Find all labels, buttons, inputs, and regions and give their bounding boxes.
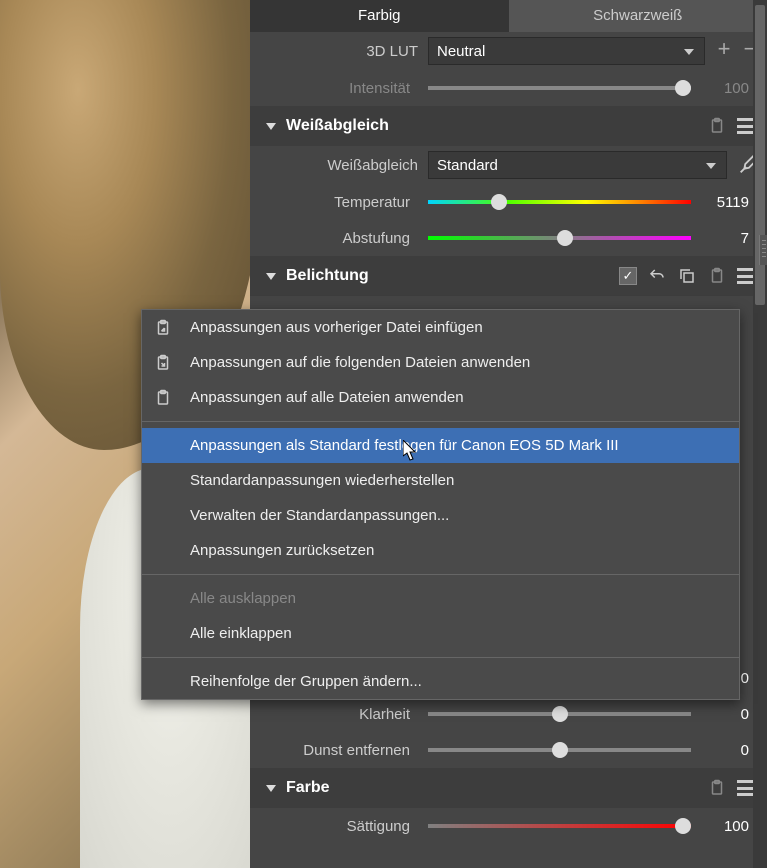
saturation-label: Sättigung (250, 818, 420, 835)
temperature-slider[interactable] (428, 200, 691, 204)
lut-add-button[interactable]: + (715, 42, 733, 60)
exposure-checkbox[interactable] (619, 267, 637, 285)
cursor-icon (403, 440, 421, 467)
menu-reset[interactable]: Anpassungen zurücksetzen (142, 533, 739, 568)
menu-paste-previous[interactable]: Anpassungen aus vorheriger Datei einfüge… (142, 310, 739, 345)
tint-value: 7 (699, 230, 749, 247)
section-color[interactable]: Farbe (250, 768, 767, 808)
intensity-label: Intensität (250, 80, 420, 97)
paste-icon[interactable] (707, 266, 727, 286)
chevron-down-icon (266, 123, 276, 130)
dehaze-slider[interactable] (428, 748, 691, 752)
menu-reorder-groups[interactable]: Reihenfolge der Gruppen ändern... (142, 664, 739, 699)
copy-icon[interactable] (677, 266, 697, 286)
undo-icon[interactable] (647, 266, 667, 286)
clarity-label: Klarheit (250, 706, 420, 723)
wb-dropdown[interactable]: Standard (428, 151, 727, 179)
section-whitebalance[interactable]: Weißabgleich (250, 106, 767, 146)
temperature-value: 5119 (699, 194, 749, 211)
tint-slider[interactable] (428, 236, 691, 240)
chevron-down-icon (266, 785, 276, 792)
dehaze-value: 0 (699, 742, 749, 759)
intensity-value: 100 (699, 80, 749, 97)
paste-icon[interactable] (707, 116, 727, 136)
menu-expand-all: Alle ausklappen (142, 581, 739, 616)
menu-apply-all[interactable]: Anpassungen auf alle Dateien anwenden (142, 380, 739, 415)
saturation-value: 100 (699, 818, 749, 835)
chevron-down-icon (266, 273, 276, 280)
menu-manage-defaults[interactable]: Verwalten der Standardanpassungen... (142, 498, 739, 533)
menu-set-default[interactable]: Anpassungen als Standard festlegen für C… (142, 428, 739, 463)
paste-icon[interactable] (707, 778, 727, 798)
clarity-slider[interactable] (428, 712, 691, 716)
temperature-label: Temperatur (250, 194, 420, 211)
tint-label: Abstufung (250, 230, 420, 247)
lut-dropdown[interactable]: Neutral (428, 37, 705, 65)
menu-collapse-all[interactable]: Alle einklappen (142, 616, 739, 651)
tab-color[interactable]: Farbig (250, 0, 509, 32)
scrollbar[interactable] (753, 0, 767, 868)
section-exposure[interactable]: Belichtung (250, 256, 767, 296)
saturation-slider[interactable] (428, 824, 691, 828)
panel-grip[interactable] (759, 235, 767, 265)
clarity-value: 0 (699, 706, 749, 723)
menu-restore-default[interactable]: Standardanpassungen wiederherstellen (142, 463, 739, 498)
wb-label: Weißabgleich (258, 157, 428, 174)
tab-bw[interactable]: Schwarzweiß (509, 0, 767, 32)
context-menu: Anpassungen aus vorheriger Datei einfüge… (141, 309, 740, 700)
intensity-slider[interactable] (428, 86, 691, 90)
dehaze-label: Dunst entfernen (250, 742, 420, 759)
lut-label: 3D LUT (258, 43, 428, 60)
menu-apply-following[interactable]: Anpassungen auf die folgenden Dateien an… (142, 345, 739, 380)
